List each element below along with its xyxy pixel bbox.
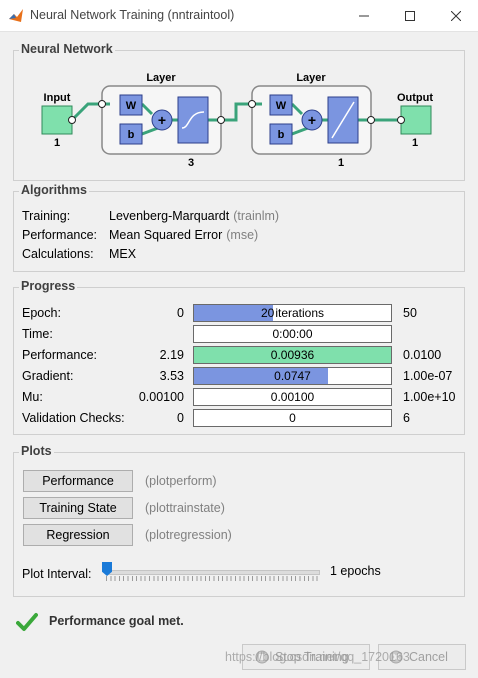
input-size: 1	[54, 137, 60, 149]
algorithm-value: Mean Squared Error (mse)	[109, 228, 258, 242]
layer1-transfer-block	[177, 96, 209, 144]
algorithm-function: (mse)	[226, 228, 259, 242]
plot-regression-button[interactable]: Regression	[23, 524, 133, 546]
status-message: Performance goal met.	[49, 614, 184, 628]
plot-interval-label: Plot Interval:	[22, 567, 92, 581]
progress-label: Performance:	[22, 348, 98, 362]
algorithm-value: MEX	[109, 247, 140, 261]
layer2-weight-label: W	[276, 100, 287, 112]
progress-bar-text: 0.00936	[194, 347, 391, 363]
progress-start-value: 0.00100	[138, 390, 184, 404]
progress-start-value: 0	[177, 306, 184, 320]
output-block	[400, 105, 432, 135]
cancel-label: Cancel	[409, 650, 448, 664]
progress-label: Validation Checks:	[22, 411, 125, 425]
network-diagram: Input 1 Layer 3 Layer 1 Output 1 W b + W…	[41, 72, 433, 169]
progress-end-value: 1.00e+10	[403, 390, 456, 404]
progress-bar-text: 0.0747	[194, 368, 391, 384]
check-icon	[16, 613, 38, 631]
plot-function-name: (plotperform)	[145, 474, 217, 488]
progress-bar-text: 0:00:00	[194, 326, 391, 342]
progress-bar-value: 0.0747	[274, 369, 311, 383]
progress-bar-value: 0.00936	[270, 348, 315, 362]
progress-bar-value: 20	[260, 306, 275, 320]
layer1-weight-label: W	[126, 100, 137, 112]
plots-panel-title: Plots	[19, 444, 54, 458]
progress-bar-text: 0.00100	[194, 389, 391, 405]
layer2-label: Layer	[296, 72, 326, 84]
plot-interval-value: 1 epochs	[330, 564, 381, 578]
algorithm-name: MEX	[109, 247, 137, 261]
plot-function-name: (plottrainstate)	[145, 501, 225, 515]
layer2-bias-label: b	[278, 129, 285, 141]
progress-end-value: 1.00e-07	[403, 369, 453, 383]
watermark: https://blog.csdn.net/qq_1720163	[225, 650, 410, 664]
progress-start-value: 2.19	[159, 348, 184, 362]
algorithm-name: Mean Squared Error	[109, 228, 223, 242]
progress-start-value: 3.53	[159, 369, 184, 383]
algorithm-function: (trainlm)	[233, 209, 280, 223]
plot-interval-slider[interactable]	[102, 562, 320, 582]
layer1-sum-symbol: +	[158, 112, 166, 128]
progress-panel-title: Progress	[19, 279, 78, 293]
progress-bar-unit: iterations	[275, 306, 325, 320]
slider-track	[106, 570, 320, 575]
plot-function-name: (plotregression)	[145, 528, 232, 542]
algorithm-label: Performance:	[22, 228, 98, 242]
progress-bar-text: 0	[194, 410, 391, 426]
plot-performance-button[interactable]: Performance	[23, 470, 133, 492]
progress-bar: 20 iterations	[193, 304, 392, 322]
progress-label: Mu:	[22, 390, 43, 404]
progress-start-value: 0	[177, 411, 184, 425]
algorithm-value: Levenberg-Marquardt (trainlm)	[109, 209, 279, 223]
progress-label: Time:	[22, 327, 53, 341]
output-size: 1	[412, 137, 418, 149]
progress-bar-value: 0:00:00	[272, 327, 313, 341]
algorithm-label: Calculations:	[22, 247, 94, 261]
progress-bar-text: 20 iterations	[194, 305, 391, 321]
progress-label: Gradient:	[22, 369, 74, 383]
progress-end-value: 6	[403, 411, 410, 425]
algorithm-name: Levenberg-Marquardt	[109, 209, 230, 223]
layer2-sum-symbol: +	[308, 112, 316, 128]
progress-bar-value: 0.00100	[270, 390, 315, 404]
input-block	[41, 105, 73, 135]
input-label: Input	[44, 92, 71, 104]
progress-bar: 0.0747	[193, 367, 392, 385]
progress-end-value: 0.0100	[403, 348, 442, 362]
progress-bar: 0.00100	[193, 388, 392, 406]
output-label: Output	[397, 92, 433, 104]
slider-ticks	[106, 576, 318, 581]
algorithms-panel-title: Algorithms	[19, 183, 89, 197]
progress-bar: 0:00:00	[193, 325, 392, 343]
algorithm-label: Training:	[22, 209, 71, 223]
progress-bar-value: 0	[289, 411, 296, 425]
progress-end-value: 50	[403, 306, 417, 320]
layer1-bias-label: b	[128, 129, 135, 141]
layer1-size: 3	[188, 157, 194, 169]
progress-label: Epoch:	[22, 306, 61, 320]
plot-training-state-button[interactable]: Training State	[23, 497, 133, 519]
layer1-label: Layer	[146, 72, 176, 84]
layer2-size: 1	[338, 157, 344, 169]
progress-bar: 0.00936	[193, 346, 392, 364]
progress-bar: 0	[193, 409, 392, 427]
